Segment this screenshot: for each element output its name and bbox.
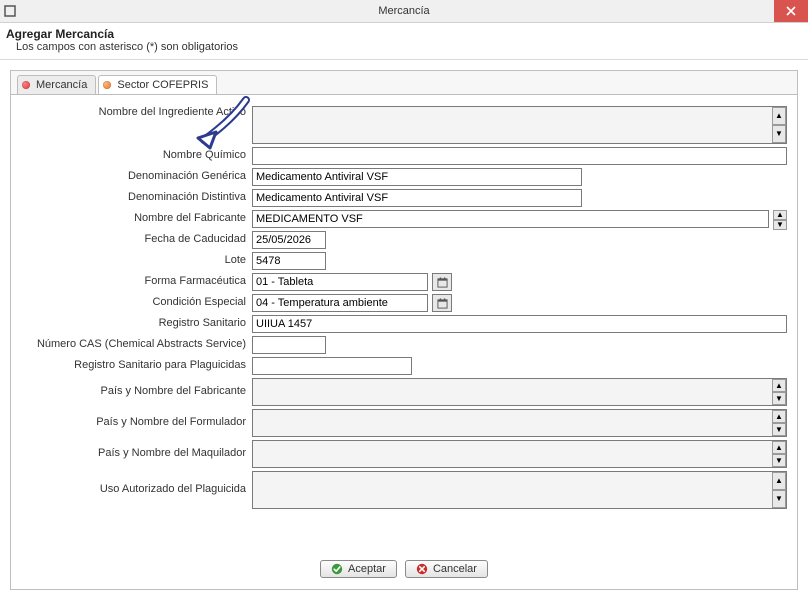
forma-farmaceutica-input[interactable] (252, 273, 428, 291)
window-title: Mercancía (378, 5, 429, 17)
spin-down-icon[interactable]: ▼ (772, 125, 786, 143)
label-nombre-fabricante: Nombre del Fabricante (21, 212, 252, 225)
condicion-especial-lookup-button[interactable] (432, 294, 452, 312)
fecha-caducidad-input[interactable] (252, 231, 326, 249)
label-pais-nombre-formulador: País y Nombre del Formulador (21, 416, 252, 429)
tab-sector-cofepris-label: Sector COFEPRIS (117, 79, 208, 91)
cancel-icon (416, 563, 428, 575)
spin-down-icon[interactable]: ▼ (772, 392, 786, 405)
numero-cas-input[interactable] (252, 336, 326, 354)
page-subtitle: Los campos con asterisco (*) son obligat… (6, 41, 802, 53)
page-title: Agregar Mercancía (6, 27, 802, 41)
nombre-ingrediente-activo-field[interactable]: ▲ ▼ (252, 106, 787, 144)
label-lote: Lote (21, 254, 252, 267)
spin-up-icon[interactable]: ▲ (772, 441, 786, 454)
spin-down-icon[interactable]: ▼ (772, 454, 786, 467)
app-icon (0, 5, 20, 17)
label-nombre-quimico: Nombre Químico (21, 149, 252, 162)
condicion-especial-input[interactable] (252, 294, 428, 312)
spin-down-icon[interactable]: ▼ (772, 490, 786, 508)
close-button[interactable] (774, 0, 808, 22)
tab-mercancia-label: Mercancía (36, 79, 87, 91)
label-uso-autorizado-plaguicida: Uso Autorizado del Plaguicida (21, 483, 252, 496)
cancelar-label: Cancelar (433, 563, 477, 575)
spin-up-icon[interactable]: ▲ (772, 472, 786, 490)
main-panel: Mercancía Sector COFEPRIS Nombre del Ing… (10, 70, 798, 590)
pais-nombre-maquilador-field[interactable]: ▲▼ (252, 440, 787, 468)
label-denominacion-distintiva: Denominación Distintiva (21, 191, 252, 204)
lookup-icon (437, 298, 448, 309)
nombre-quimico-input[interactable] (252, 147, 787, 165)
lote-input[interactable] (252, 252, 326, 270)
tab-mercancia[interactable]: Mercancía (17, 75, 96, 94)
spin-up-icon[interactable]: ▲ (772, 107, 786, 125)
window: Mercancía Agregar Mercancía Los campos c… (0, 0, 808, 600)
aceptar-label: Aceptar (348, 563, 386, 575)
spin-down-icon[interactable]: ▼ (773, 220, 787, 230)
aceptar-button[interactable]: Aceptar (320, 560, 397, 578)
forma-farmaceutica-lookup-button[interactable] (432, 273, 452, 291)
nombre-fabricante-spinner: ▲ ▼ (773, 210, 787, 228)
registro-sanitario-input[interactable] (252, 315, 787, 333)
label-denominacion-generica: Denominación Genérica (21, 170, 252, 183)
tab-sector-cofepris[interactable]: Sector COFEPRIS (98, 75, 217, 94)
spin-down-icon[interactable]: ▼ (772, 423, 786, 436)
nombre-fabricante-input[interactable] (252, 210, 769, 228)
check-icon (331, 563, 343, 575)
cancelar-button[interactable]: Cancelar (405, 560, 488, 578)
label-pais-nombre-fabricante: País y Nombre del Fabricante (21, 385, 252, 398)
label-numero-cas: Número CAS (Chemical Abstracts Service) (21, 338, 252, 351)
label-registro-sanitario: Registro Sanitario (21, 317, 252, 330)
denominacion-generica-input[interactable] (252, 168, 582, 186)
label-condicion-especial: Condición Especial (21, 296, 252, 309)
tab-mercancia-icon (22, 80, 32, 90)
spin-up-icon[interactable]: ▲ (772, 410, 786, 423)
label-fecha-caducidad: Fecha de Caducidad (21, 233, 252, 246)
registro-sanitario-plaguicidas-input[interactable] (252, 357, 412, 375)
pais-nombre-fabricante-field[interactable]: ▲▼ (252, 378, 787, 406)
titlebar: Mercancía (0, 0, 808, 23)
tab-content: Nombre del Ingrediente Activo ▲ ▼ Nombre… (11, 94, 797, 551)
header-band: Agregar Mercancía Los campos con asteris… (0, 23, 808, 60)
nombre-ingrediente-activo-spinner: ▲ ▼ (772, 107, 786, 143)
label-registro-sanitario-plaguicidas: Registro Sanitario para Plaguicidas (21, 359, 252, 372)
spin-up-icon[interactable]: ▲ (773, 210, 787, 220)
label-nombre-ingrediente-activo: Nombre del Ingrediente Activo (21, 106, 252, 144)
lookup-icon (437, 277, 448, 288)
spin-up-icon[interactable]: ▲ (772, 379, 786, 392)
tabs: Mercancía Sector COFEPRIS (11, 71, 797, 94)
pais-nombre-formulador-field[interactable]: ▲▼ (252, 409, 787, 437)
footer: Aceptar Cancelar (11, 551, 797, 589)
tab-sector-cofepris-icon (103, 80, 113, 90)
label-pais-nombre-maquilador: País y Nombre del Maquilador (21, 447, 252, 460)
label-forma-farmaceutica: Forma Farmacéutica (21, 275, 252, 288)
uso-autorizado-plaguicida-field[interactable]: ▲▼ (252, 471, 787, 509)
denominacion-distintiva-input[interactable] (252, 189, 582, 207)
